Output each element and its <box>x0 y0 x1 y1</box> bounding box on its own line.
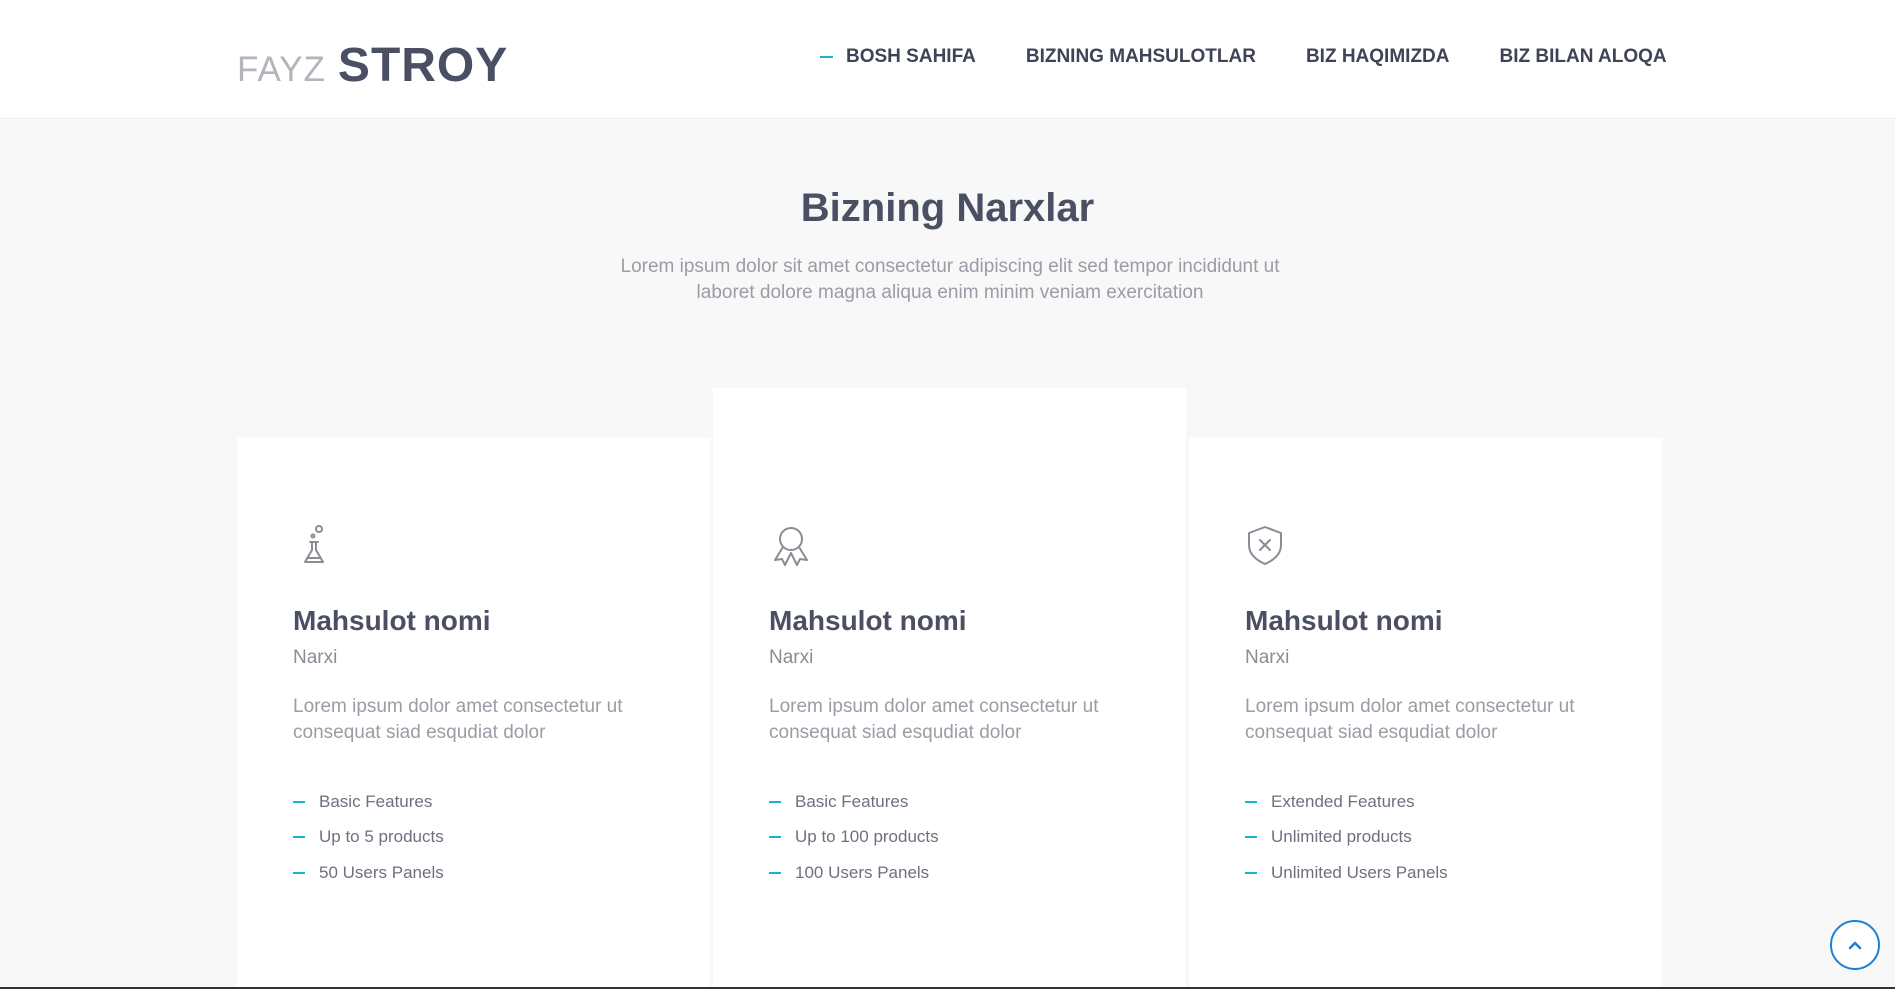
feature-item: Unlimited products <box>1245 820 1625 856</box>
nav-item-bizning-mahsulotlar[interactable]: BIZNING MAHSULOTLAR <box>1026 46 1256 68</box>
feature-item: Basic Features <box>769 784 1149 820</box>
nav-item-label: BOSH SAHIFA <box>846 46 976 67</box>
logo-light-text: FAYZ <box>237 50 326 89</box>
feature-list: Basic Features Up to 5 products 50 Users… <box>293 784 673 891</box>
card-price: Narxi <box>1245 647 1290 668</box>
main-nav: BOSH SAHIFA BIZNING MAHSULOTLAR BIZ HAQI… <box>820 46 1667 68</box>
feature-item: Extended Features <box>1245 784 1625 820</box>
section-title: Bizning Narxlar <box>800 186 1095 230</box>
card-title: Mahsulot nomi <box>769 605 967 636</box>
feature-item: Basic Features <box>293 784 673 820</box>
logo-bold-text: STROY <box>337 39 509 92</box>
feature-label: Unlimited Users Panels <box>1271 862 1448 882</box>
feature-label: Unlimited products <box>1271 827 1412 847</box>
card-description: Lorem ipsum dolor amet consectetur ut co… <box>769 696 1099 743</box>
site-logo[interactable]: FAYZ STROY <box>237 38 508 93</box>
card-description: Lorem ipsum dolor amet consectetur ut co… <box>293 696 623 743</box>
card-price: Narxi <box>293 647 338 668</box>
nav-item-label: BIZ BILAN ALOQA <box>1499 46 1667 67</box>
active-indicator <box>820 56 833 58</box>
feature-label: Up to 100 products <box>795 827 939 847</box>
feature-label: 50 Users Panels <box>319 862 444 882</box>
card-title: Mahsulot nomi <box>1245 605 1443 636</box>
nav-item-label: BIZNING MAHSULOTLAR <box>1025 46 1256 67</box>
pricing-card: Mahsulot nomi Narxi Lorem ipsum dolor am… <box>237 438 710 989</box>
card-description: Lorem ipsum dolor amet consectetur ut co… <box>1245 696 1575 743</box>
flask-icon <box>304 525 324 563</box>
feature-item: Unlimited Users Panels <box>1245 855 1625 891</box>
chevron-up-icon <box>1848 941 1862 950</box>
nav-item-biz-bilan-aloqa[interactable]: BIZ BILAN ALOQA <box>1500 46 1667 68</box>
pricing-card-featured: Mahsulot nomi Narxi Lorem ipsum dolor am… <box>713 388 1186 989</box>
feature-item: 100 Users Panels <box>769 855 1149 891</box>
section-subtitle: Lorem ipsum dolor sit amet consectetur a… <box>620 256 1280 303</box>
feature-item: Up to 100 products <box>769 820 1149 856</box>
pricing-card: Mahsulot nomi Narxi Lorem ipsum dolor am… <box>1189 438 1662 989</box>
shield-x-icon <box>1248 526 1282 565</box>
feature-item: 50 Users Panels <box>293 855 673 891</box>
feature-list: Basic Features Up to 100 products 100 Us… <box>769 784 1149 891</box>
feature-list: Extended Features Unlimited products Unl… <box>1245 784 1625 891</box>
card-title: Mahsulot nomi <box>293 605 491 636</box>
nav-item-label: BIZ HAQIMIZDA <box>1305 46 1450 67</box>
feature-label: 100 Users Panels <box>795 862 930 882</box>
nav-item-bosh-sahifa[interactable]: BOSH SAHIFA <box>820 46 976 68</box>
feature-item: Up to 5 products <box>293 820 673 856</box>
feature-label: Basic Features <box>795 791 909 811</box>
card-price: Narxi <box>769 647 814 668</box>
back-to-top-button[interactable] <box>1830 920 1880 970</box>
site-header: FAYZ STROY BOSH SAHIFA BIZNING MAHSULOTL… <box>0 0 1895 119</box>
feature-label: Basic Features <box>319 791 433 811</box>
award-icon <box>774 527 808 566</box>
feature-label: Up to 5 products <box>319 827 444 847</box>
feature-label: Extended Features <box>1271 791 1415 811</box>
nav-item-biz-haqimizda[interactable]: BIZ HAQIMIZDA <box>1306 46 1450 68</box>
